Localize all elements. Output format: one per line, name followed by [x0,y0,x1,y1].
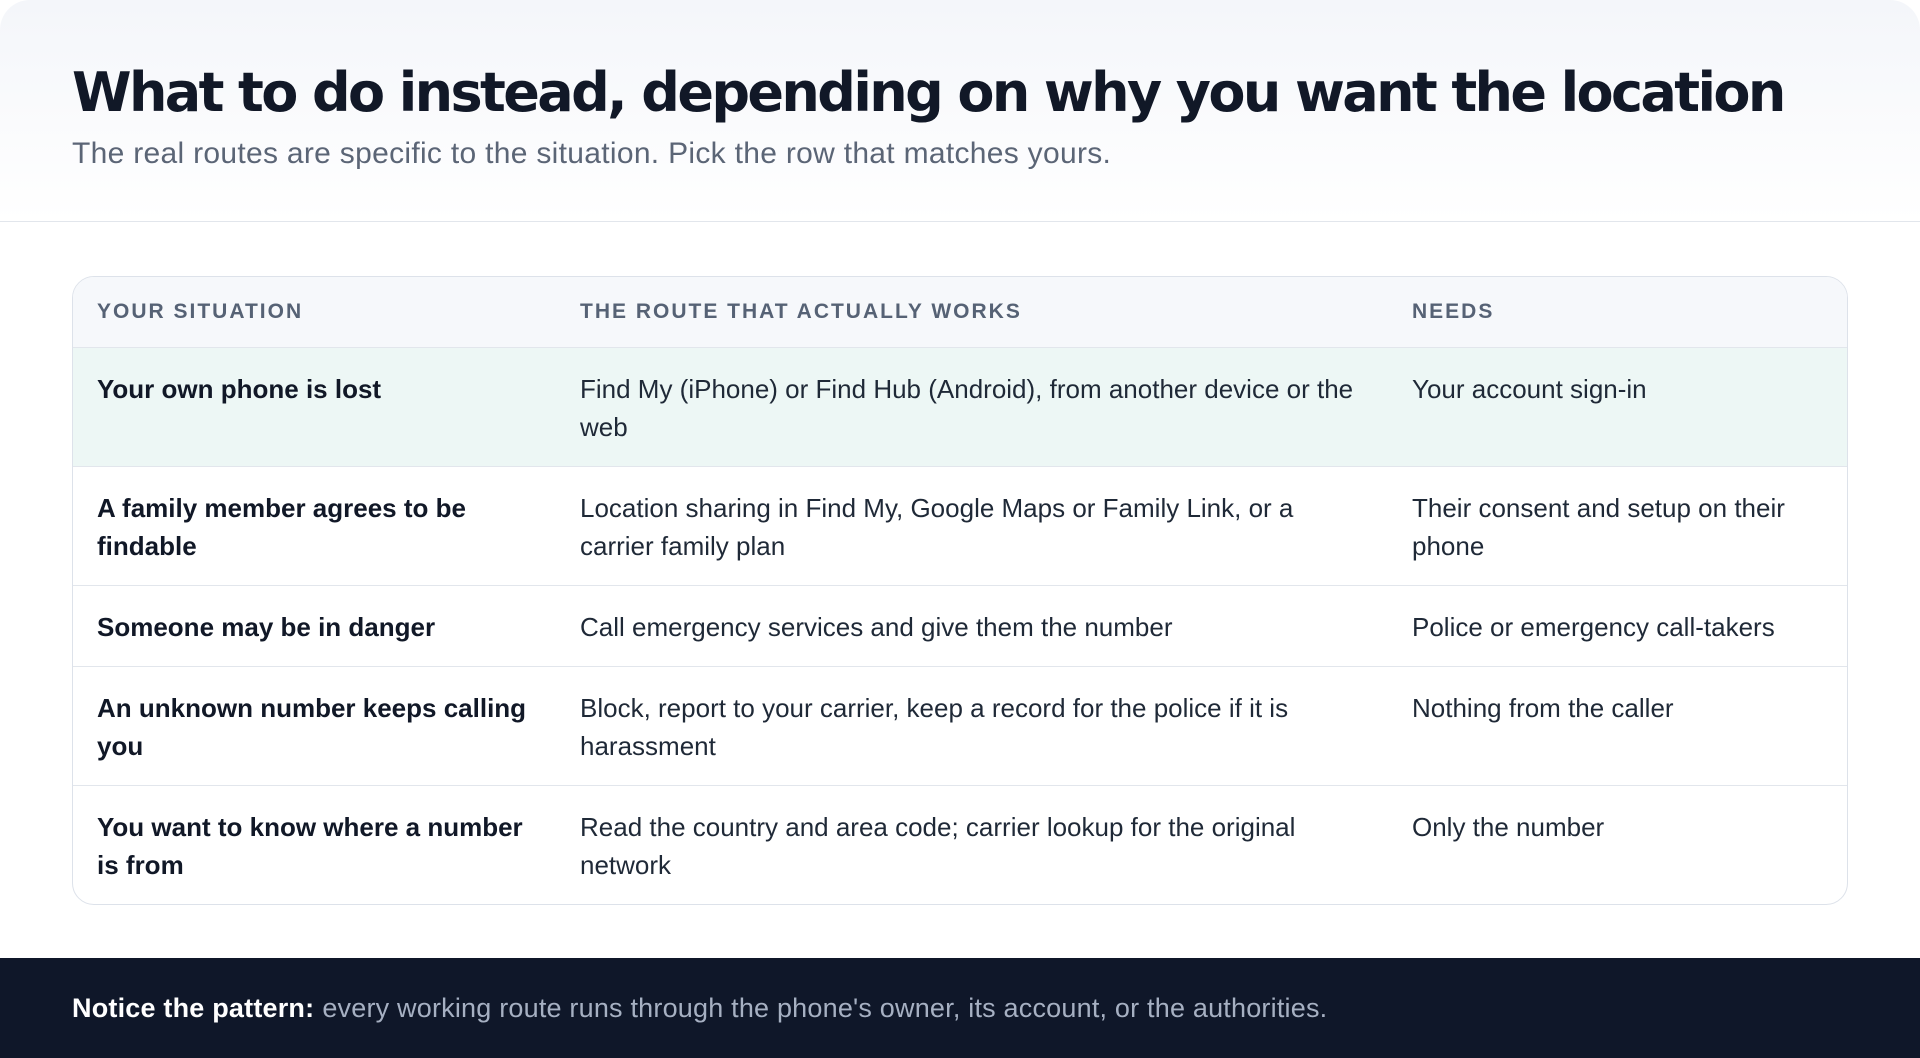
table-row-family-member: A family member agrees to be findable Lo… [73,466,1847,586]
page: What to do instead, depending on why you… [0,0,1920,1058]
route-cell: Find My (iPhone) or Find Hub (Android), … [556,347,1388,467]
routes-table: YOUR SITUATION THE ROUTE THAT ACTUALLY W… [73,277,1847,904]
needs-cell: Nothing from the caller [1388,666,1847,786]
table-row-unknown-number: An unknown number keeps calling you Bloc… [73,666,1847,786]
situation-cell: Someone may be in danger [73,585,556,667]
column-header-route: THE ROUTE THAT ACTUALLY WORKS [556,277,1388,348]
header: What to do instead, depending on why you… [0,0,1920,222]
table-body: Your own phone is lost Find My (iPhone) … [73,347,1847,904]
needs-cell: Your account sign-in [1388,347,1847,467]
situation-cell: An unknown number keeps calling you [73,666,556,786]
footer-banner: Notice the pattern: every working route … [0,958,1920,1058]
route-cell: Location sharing in Find My, Google Maps… [556,466,1388,586]
needs-cell: Their consent and setup on their phone [1388,466,1847,586]
table-row-number-origin: You want to know where a number is from … [73,785,1847,904]
column-header-situation: YOUR SITUATION [73,277,556,348]
table-row-lost-phone: Your own phone is lost Find My (iPhone) … [73,347,1847,467]
needs-cell: Police or emergency call-takers [1388,585,1847,667]
footer-text: every working route runs through the pho… [322,992,1328,1023]
footer-lead: Notice the pattern: [72,992,315,1023]
situation-cell: You want to know where a number is from [97,811,523,880]
needs-cell: Only the number [1412,811,1605,842]
routes-table-card: YOUR SITUATION THE ROUTE THAT ACTUALLY W… [72,276,1848,905]
page-subtitle: The real routes are specific to the situ… [72,137,1112,170]
page-title: What to do instead, depending on why you… [72,61,1786,124]
situation-cell: Your own phone is lost [73,347,556,467]
table-row-danger: Someone may be in danger Call emergency … [73,585,1847,667]
table-header: YOUR SITUATION THE ROUTE THAT ACTUALLY W… [73,277,1847,348]
route-cell: Call emergency services and give them th… [556,585,1388,667]
route-cell: Read the country and area code; carrier … [580,811,1296,880]
route-cell: Block, report to your carrier, keep a re… [556,666,1388,786]
situation-cell: A family member agrees to be findable [73,466,556,586]
column-header-needs: NEEDS [1388,277,1847,348]
